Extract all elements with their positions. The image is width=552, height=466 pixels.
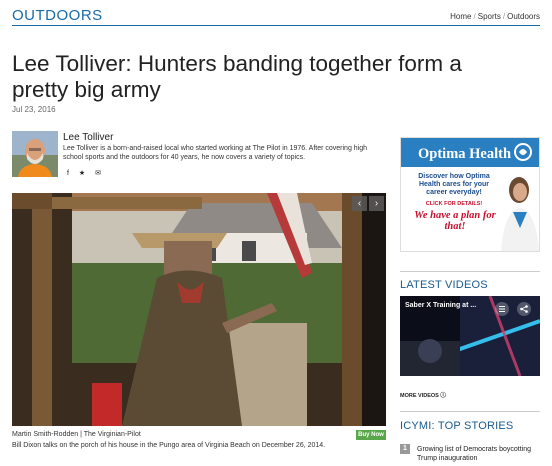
ad-tagline: Discover how Optima Health cares for you…	[418, 173, 490, 196]
article-date: Jul 23, 2016	[12, 105, 56, 114]
breadcrumb-home[interactable]: Home	[450, 12, 471, 21]
divider	[400, 271, 540, 272]
section-header: OUTDOORS Home / Sports / Outdoors	[12, 6, 540, 26]
story-title[interactable]: Growing list of Democrats boycotting Tru…	[417, 445, 540, 463]
section-title[interactable]: OUTDOORS	[12, 7, 103, 24]
twitter-icon[interactable]: ★	[79, 170, 85, 177]
video-title[interactable]: Saber X Training at ...	[405, 302, 476, 309]
share-bar: f ★ ✉	[67, 169, 109, 177]
porch-photo	[12, 193, 386, 426]
article-photo[interactable]: ‹ ›	[12, 193, 386, 426]
breadcrumb-sports[interactable]: Sports	[478, 12, 501, 21]
ad-click-label: CLICK FOR DETAILS!	[425, 201, 483, 207]
divider	[400, 411, 540, 412]
author-photo[interactable]	[12, 131, 58, 177]
article-headline: Lee Tolliver: Hunters banding together f…	[12, 51, 462, 102]
photo-prev-button[interactable]: ‹	[352, 196, 367, 211]
facebook-icon[interactable]: f	[67, 170, 69, 177]
ad-brand: Optima Health	[418, 146, 512, 162]
author-name[interactable]: Lee Tolliver	[63, 132, 113, 143]
share-icon[interactable]	[517, 302, 531, 316]
optima-health-ad[interactable]: Optima Health Discover how Optima Health…	[400, 137, 540, 252]
playlist-icon[interactable]	[495, 302, 509, 316]
story-rank: 1	[400, 444, 410, 454]
video-player[interactable]: Saber X Training at ...	[400, 296, 540, 376]
ad-person-image	[501, 177, 539, 251]
more-videos-link[interactable]: MORE VIDEOS ⓘ	[400, 391, 446, 399]
latest-videos-heading: LATEST VIDEOS	[400, 279, 488, 291]
author-bio: Lee Tolliver is a born-and-raised local …	[63, 145, 368, 161]
photo-caption: Bill Dixon talks on the porch of his hou…	[12, 442, 326, 449]
optima-logo-icon	[514, 143, 532, 161]
breadcrumb: Home / Sports / Outdoors	[450, 12, 540, 21]
email-icon[interactable]: ✉	[95, 170, 101, 177]
breadcrumb-outdoors[interactable]: Outdoors	[507, 12, 540, 21]
photo-credit: Martin Smith-Rodden | The Virginian-Pilo…	[12, 431, 141, 438]
buy-now-button[interactable]: Buy Now	[356, 430, 386, 440]
ad-slogan: We have a plan for that!	[414, 210, 496, 232]
photo-next-button[interactable]: ›	[369, 196, 384, 211]
icymi-heading: ICYMI: TOP STORIES	[400, 420, 514, 432]
author-block: Lee Tolliver Lee Tolliver is a born-and-…	[12, 131, 390, 181]
